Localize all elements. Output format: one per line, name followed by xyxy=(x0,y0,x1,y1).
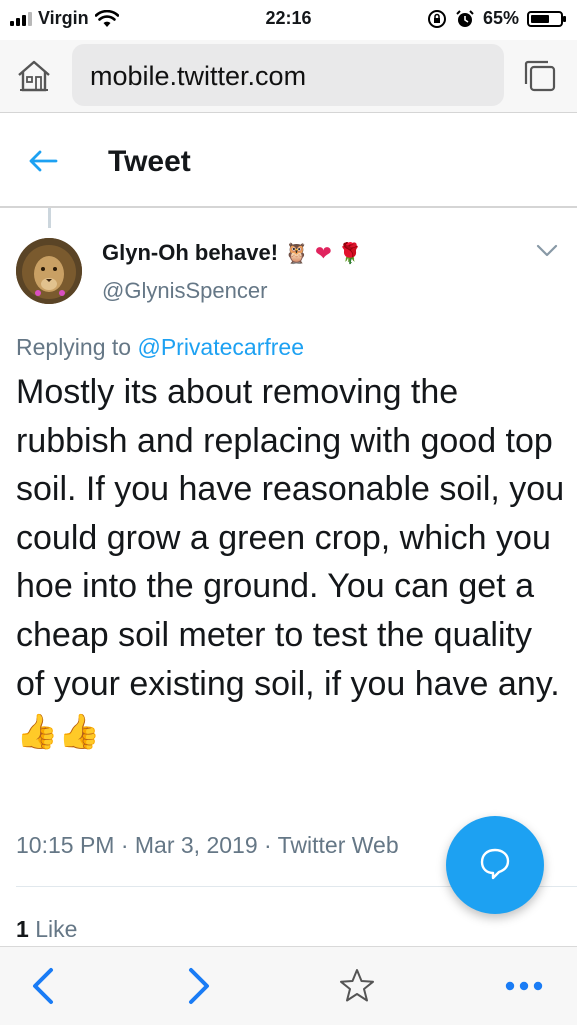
speech-bubble-icon xyxy=(480,848,510,880)
orientation-lock-icon xyxy=(427,9,446,28)
likes-count[interactable]: 1 Like xyxy=(16,916,77,943)
battery-icon xyxy=(527,10,566,27)
home-icon[interactable] xyxy=(16,58,52,94)
page-title: Tweet xyxy=(108,145,191,178)
heart-emoji: ❤ xyxy=(314,241,332,265)
forward-chevron-icon[interactable] xyxy=(186,967,212,1005)
back-chevron-icon[interactable] xyxy=(30,967,56,1005)
tabs-icon[interactable] xyxy=(522,58,558,94)
header-divider xyxy=(0,206,577,208)
thread-connector-line xyxy=(48,208,51,228)
tweet-text: Mostly its about removing the rubbish an… xyxy=(16,368,566,757)
browser-bottom-bar xyxy=(0,946,577,1025)
more-icon[interactable] xyxy=(504,967,544,1005)
owl-emoji: 🦉 xyxy=(284,241,309,265)
author-name-row[interactable]: Glyn-Oh behave! 🦉 ❤ 🌹 xyxy=(102,240,363,266)
alarm-icon xyxy=(456,9,474,27)
address-bar[interactable]: mobile.twitter.com xyxy=(72,44,504,106)
author-display-name[interactable]: Glyn-Oh behave! xyxy=(102,240,278,266)
compose-reply-button[interactable] xyxy=(446,816,544,914)
star-icon[interactable] xyxy=(338,967,376,1005)
author-handle[interactable]: @GlynisSpencer xyxy=(102,278,267,304)
battery-fill xyxy=(531,14,549,23)
url-text[interactable]: mobile.twitter.com xyxy=(90,61,306,92)
likes-label[interactable]: Like xyxy=(35,916,77,942)
replying-to-mention-link[interactable]: @Privatecarfree xyxy=(137,334,304,360)
rose-emoji: 🌹 xyxy=(337,241,363,265)
chevron-down-icon[interactable] xyxy=(536,244,558,258)
avatar[interactable] xyxy=(16,238,82,304)
likes-number[interactable]: 1 xyxy=(16,916,29,942)
tweet-body: Mostly its about removing the rubbish an… xyxy=(16,373,565,703)
browser-toolbar: mobile.twitter.com xyxy=(0,40,577,112)
page-header: Tweet xyxy=(0,113,577,207)
thumbs-up-emoji: 👍👍 xyxy=(16,712,101,753)
status-bar: Virgin 22:16 65% xyxy=(0,0,577,40)
arrow-left-icon[interactable] xyxy=(28,149,58,173)
status-right-group: 65% xyxy=(427,8,566,29)
replying-prefix: Replying to xyxy=(16,334,132,360)
tweet-timestamp[interactable]: 10:15 PM · Mar 3, 2019 · Twitter Web xyxy=(16,832,399,859)
battery-percent: 65% xyxy=(482,8,519,28)
replying-to-line: Replying to @Privatecarfree xyxy=(16,334,304,361)
lion-avatar-image xyxy=(16,238,82,304)
